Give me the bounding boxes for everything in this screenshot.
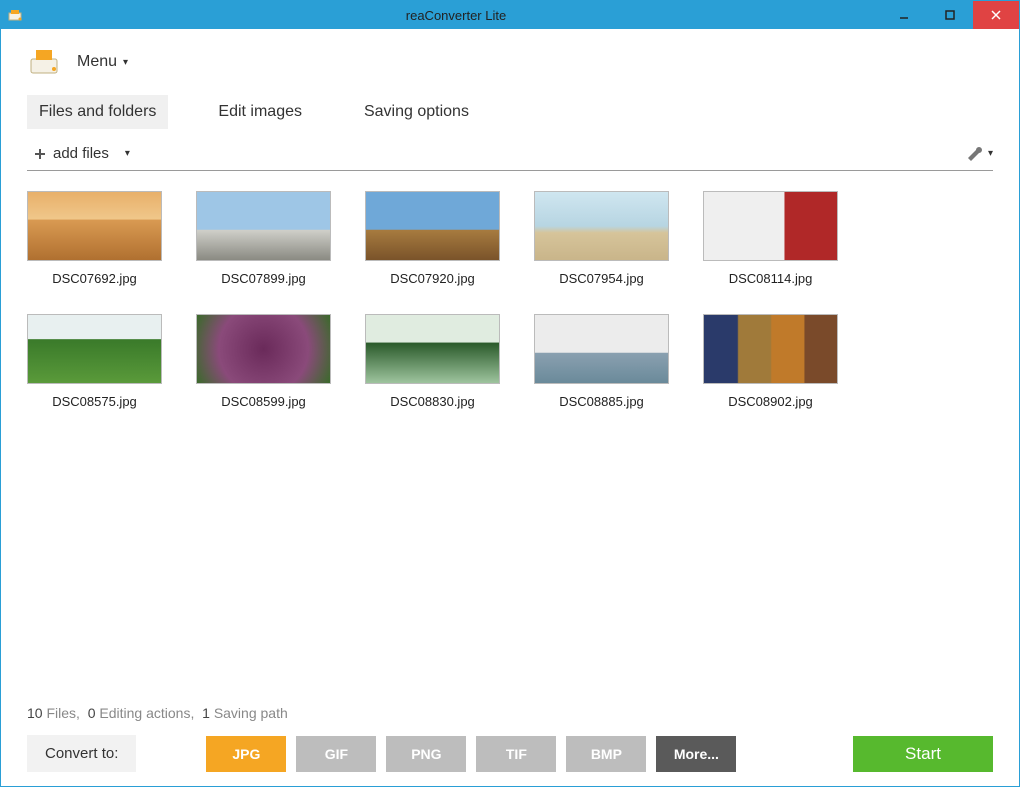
- chevron-down-icon: ▾: [123, 57, 128, 68]
- format-tif-button[interactable]: TIF: [476, 736, 556, 772]
- window-controls: [881, 1, 1019, 29]
- convert-to-label: Convert to:: [27, 735, 136, 772]
- thumbnail-caption: DSC07954.jpg: [559, 271, 644, 286]
- thumbnail[interactable]: DSC08902.jpg: [703, 314, 838, 409]
- thumbnail-image: [703, 191, 838, 261]
- thumbnail-caption: DSC08114.jpg: [729, 271, 813, 286]
- thumbnail[interactable]: DSC07899.jpg: [196, 191, 331, 286]
- maximize-button[interactable]: [927, 1, 973, 29]
- start-button[interactable]: Start: [853, 736, 993, 772]
- format-png-button[interactable]: PNG: [386, 736, 466, 772]
- window-title: reaConverter Lite: [31, 8, 881, 23]
- menu-label: Menu: [77, 53, 117, 71]
- thumbnail[interactable]: DSC07920.jpg: [365, 191, 500, 286]
- thumbnail-image: [196, 314, 331, 384]
- titlebar: reaConverter Lite: [1, 1, 1019, 29]
- menu-button[interactable]: Menu ▾: [71, 49, 134, 75]
- thumbnail-image: [27, 191, 162, 261]
- thumbnail-image: [365, 314, 500, 384]
- thumbnail-caption: DSC08902.jpg: [728, 394, 813, 409]
- format-bmp-button[interactable]: BMP: [566, 736, 646, 772]
- tabs: Files and folders Edit images Saving optio…: [27, 95, 993, 129]
- tab-files-and-folders[interactable]: Files and folders: [27, 95, 168, 129]
- app-icon: [7, 7, 23, 23]
- actions-label: Editing actions,: [99, 705, 194, 721]
- thumbnail-image: [534, 191, 669, 261]
- more-formats-button[interactable]: More...: [656, 736, 736, 772]
- thumbnail[interactable]: DSC07692.jpg: [27, 191, 162, 286]
- thumbnail-image: [365, 191, 500, 261]
- actions-count: 0: [88, 705, 96, 721]
- close-button[interactable]: [973, 1, 1019, 29]
- thumbnail-image: [703, 314, 838, 384]
- thumbnail[interactable]: DSC08575.jpg: [27, 314, 162, 409]
- format-jpg-button[interactable]: JPG: [206, 736, 286, 772]
- add-files-label: add files: [53, 145, 109, 162]
- thumbnail-image: [27, 314, 162, 384]
- toolbar: add files ▾ ▾: [27, 137, 993, 171]
- app-window: reaConverter Lite Menu ▾ Files and folde…: [0, 0, 1020, 787]
- printer-icon: [27, 47, 61, 77]
- thumbnail-caption: DSC07692.jpg: [52, 271, 137, 286]
- files-count: 10: [27, 705, 43, 721]
- thumbnail[interactable]: DSC08114.jpg: [703, 191, 838, 286]
- thumbnail-caption: DSC07899.jpg: [221, 271, 306, 286]
- thumbnail-grid: DSC07692.jpg DSC07899.jpg DSC07920.jpg DSC0…: [27, 191, 993, 409]
- bottom-bar: Convert to: JPG GIF PNG TIF BMP More... Star…: [27, 735, 993, 772]
- thumbnail-caption: DSC08830.jpg: [390, 394, 475, 409]
- chevron-down-icon: ▾: [988, 148, 993, 159]
- thumbnail[interactable]: DSC08885.jpg: [534, 314, 669, 409]
- menubar: Menu ▾: [27, 47, 993, 77]
- minimize-button[interactable]: [881, 1, 927, 29]
- format-gif-button[interactable]: GIF: [296, 736, 376, 772]
- thumbnail-image: [534, 314, 669, 384]
- thumbnail-caption: DSC08885.jpg: [559, 394, 644, 409]
- wrench-icon: [965, 146, 985, 162]
- plus-icon: [33, 147, 47, 161]
- settings-button[interactable]: ▾: [965, 146, 993, 162]
- format-buttons: JPG GIF PNG TIF BMP: [206, 736, 646, 772]
- add-files-button[interactable]: add files ▾: [27, 143, 136, 164]
- thumbnail-caption: DSC08599.jpg: [221, 394, 306, 409]
- thumbnail-caption: DSC08575.jpg: [52, 394, 137, 409]
- thumbnail[interactable]: DSC07954.jpg: [534, 191, 669, 286]
- chevron-down-icon: ▾: [125, 148, 130, 159]
- paths-count: 1: [202, 705, 210, 721]
- tab-saving-options[interactable]: Saving options: [352, 95, 481, 129]
- thumbnail[interactable]: DSC08599.jpg: [196, 314, 331, 409]
- paths-label: Saving path: [214, 705, 288, 721]
- status-bar: 10 Files, 0 Editing actions, 1 Saving pa…: [27, 705, 993, 721]
- files-label: Files,: [46, 705, 79, 721]
- thumbnail-image: [196, 191, 331, 261]
- client-area: Menu ▾ Files and folders Edit images Savin…: [1, 29, 1019, 786]
- thumbnail-caption: DSC07920.jpg: [390, 271, 475, 286]
- thumbnail[interactable]: DSC08830.jpg: [365, 314, 500, 409]
- tab-edit-images[interactable]: Edit images: [206, 95, 314, 129]
